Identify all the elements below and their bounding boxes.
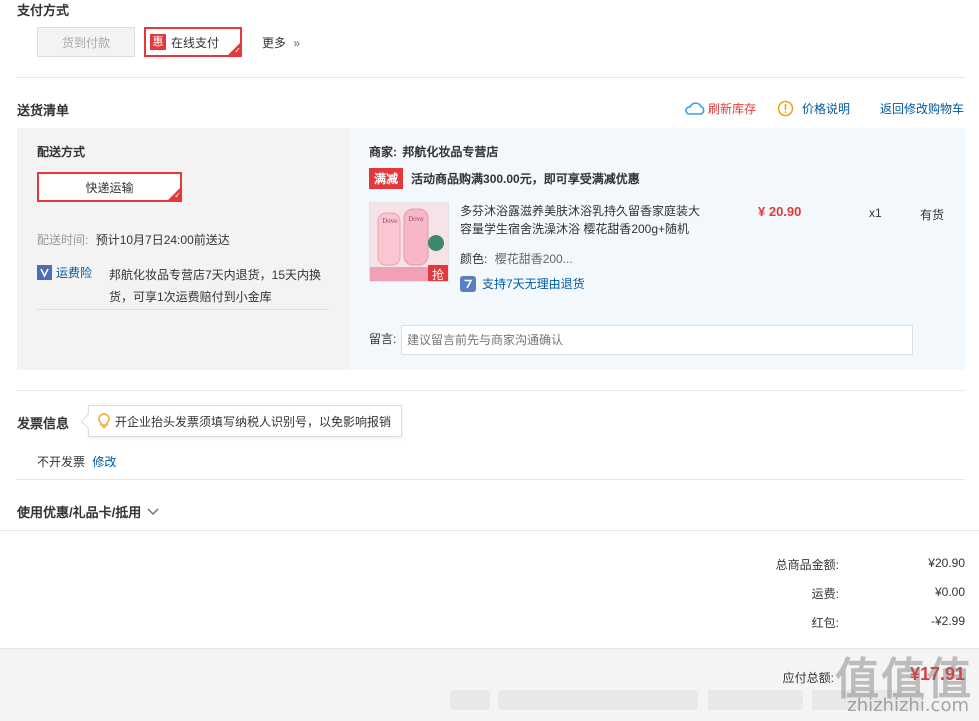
blurred-address (498, 690, 698, 710)
product-name-line: 容量学生宿舍洗澡沐浴 樱花甜香200g+随机 (460, 222, 690, 236)
payable-total-label: 应付总额: (782, 671, 834, 685)
invoice-title: 发票信息 (17, 416, 70, 431)
promo-row: 满减 活动商品购满300.00元，即可享受满减优惠 (369, 168, 640, 189)
discount-badge-icon: 惠 (150, 34, 166, 50)
promo-text: 活动商品购满300.00元，即可享受满减优惠 (411, 172, 640, 186)
red-packet-value: -¥2.99 (930, 614, 965, 628)
cloud-refresh-icon (685, 101, 705, 115)
coupon-toggle[interactable]: 使用优惠/礼品卡/抵用 (17, 502, 160, 521)
delivery-time-value: 预计10月7日24:00前送达 (95, 233, 230, 247)
online-payment-button[interactable]: 惠 在线支付 (144, 27, 242, 57)
selected-check-icon (228, 43, 240, 55)
return-policy-link[interactable]: 支持7天无理由退货 (460, 275, 585, 292)
shipping-method-title: 配送方式 (37, 145, 86, 159)
payment-title: 支付方式 (17, 3, 70, 18)
seven-day-return-icon (460, 275, 476, 292)
shield-icon (37, 265, 52, 280)
edit-invoice-link[interactable]: 修改 (92, 455, 116, 469)
promo-tag: 满减 (369, 168, 404, 189)
online-payment-label: 在线支付 (171, 35, 220, 50)
invoice-status-text: 不开发票 (37, 455, 86, 469)
selected-check-icon (168, 188, 180, 200)
product-thumbnail[interactable]: 抢 Dove Dove (369, 202, 449, 282)
insurance-description: 邦航化妆品专营店7天内退货，15天内换 货，可享1次运费赔付到小金库 (109, 264, 334, 308)
divider (37, 309, 329, 310)
express-shipping-label: 快递运输 (85, 180, 134, 195)
message-input[interactable] (401, 325, 913, 355)
divider (16, 479, 965, 480)
blurred-address (708, 690, 803, 710)
lightbulb-icon (98, 413, 110, 428)
chevron-down-icon (147, 508, 159, 515)
merchant-label: 商家: (369, 145, 397, 159)
insurance-desc-line: 货，可享1次运费赔付到小金库 (109, 290, 272, 304)
express-shipping-option[interactable]: 快递运输 (37, 172, 182, 202)
message-label: 留言: (369, 332, 397, 346)
double-chevron-right-icon: » (293, 36, 301, 50)
shipping-insurance-link[interactable]: 运费险 (37, 264, 92, 281)
insurance-desc-line: 邦航化妆品专营店7天内退货，15天内换 (109, 268, 322, 282)
goods-total-value: ¥20.90 (928, 556, 965, 570)
refresh-stock-link[interactable]: 刷新库存 (684, 100, 756, 117)
thumb-brand: Dove (382, 218, 398, 225)
back-to-cart-link[interactable]: 返回修改购物车 (880, 100, 964, 117)
more-payment-link[interactable]: 更多 » (262, 34, 300, 51)
cod-payment-button[interactable]: 货到付款 (37, 27, 135, 57)
invoice-tip: 开企业抬头发票须填写纳税人识别号，以免影响报销 (88, 405, 403, 437)
product-image: 抢 Dove Dove (370, 203, 448, 282)
shipping-insurance-label: 运费险 (56, 266, 93, 280)
divider (16, 390, 965, 391)
watermark-site: zhizhizhi.com (847, 695, 969, 716)
product-color: 颜色: 樱花甜香200... (460, 250, 573, 267)
invoice-tip-text: 开企业抬头发票须填写纳税人识别号，以免影响报销 (115, 414, 392, 429)
merchant-info: 商家: 邦航化妆品专营店 (369, 143, 498, 160)
return-policy-label: 支持7天无理由退货 (482, 277, 585, 291)
refresh-stock-label: 刷新库存 (708, 102, 757, 116)
shipping-fee-value: ¥0.00 (934, 585, 965, 599)
thumb-brand: Dove (408, 216, 424, 223)
red-packet-label: 红包: (811, 616, 839, 630)
shop-order-panel: 商家: 邦航化妆品专营店 满减 活动商品购满300.00元，即可享受满减优惠 抢… (349, 128, 965, 370)
product-name-line: 多芬沐浴露滋养美肤沐浴乳持久留香家庭装大 (460, 204, 701, 218)
shipping-fee-label: 运费: (811, 587, 839, 601)
goods-total-label: 总商品金额: (775, 558, 839, 572)
delivery-time-label: 配送时间: (37, 233, 89, 247)
divider (16, 77, 965, 78)
color-value: 樱花甜香200... (494, 252, 573, 266)
blurred-address (450, 690, 490, 710)
more-payment-label: 更多 (262, 36, 287, 50)
color-label: 颜色: (460, 252, 488, 266)
invoice-status: 不开发票 修改 (37, 453, 116, 470)
price-note-link[interactable]: 价格说明 (777, 100, 850, 117)
stock-status: 有货 (920, 208, 945, 222)
product-quantity: x1 (869, 206, 882, 220)
product-price: ¥ 20.90 (758, 204, 802, 219)
product-name-link[interactable]: 多芬沐浴露滋养美肤沐浴乳持久留香家庭装大 容量学生宿舍洗澡沐浴 樱花甜香200g… (460, 202, 720, 238)
delivery-time: 配送时间: 预计10月7日24:00前送达 (37, 231, 230, 248)
merchant-name: 邦航化妆品专营店 (402, 145, 499, 159)
shipping-method-panel: 配送方式 快递运输 配送时间: 预计10月7日24:00前送达 运费险 邦航化妆… (17, 128, 349, 370)
price-note-label: 价格说明 (802, 102, 851, 116)
delivery-list-title: 送货清单 (17, 103, 70, 118)
divider (0, 530, 979, 531)
warning-circle-icon (777, 100, 794, 117)
thumb-tag: 抢 (432, 267, 444, 282)
coupon-title: 使用优惠/礼品卡/抵用 (17, 505, 142, 520)
